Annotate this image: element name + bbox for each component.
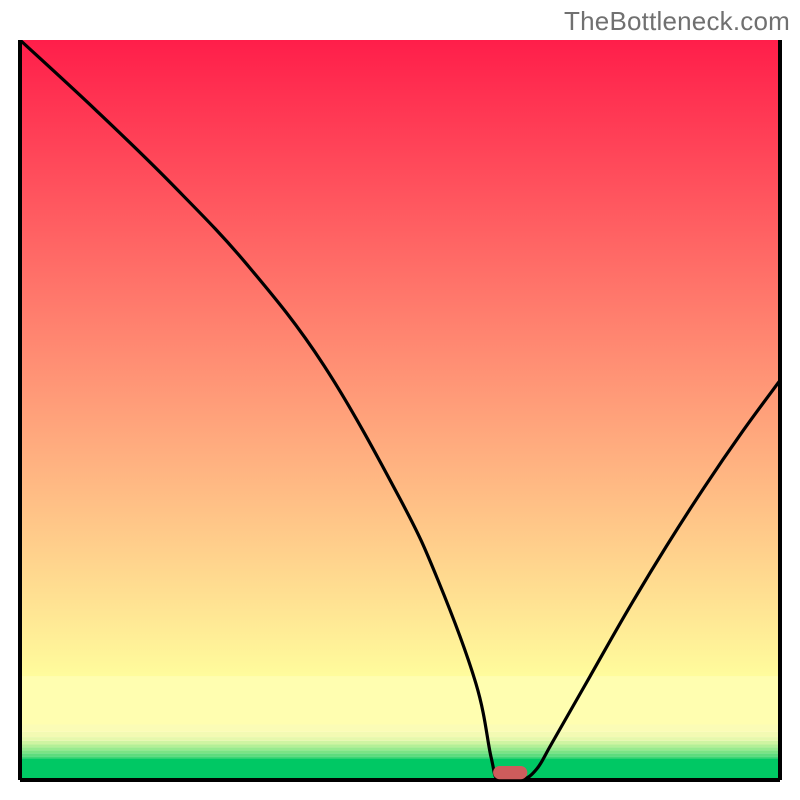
- bottleneck-chart: TheBottleneck.com: [0, 0, 800, 800]
- chart-background: [20, 40, 780, 780]
- chart-svg: [0, 0, 800, 800]
- bottleneck-marker: [493, 766, 527, 779]
